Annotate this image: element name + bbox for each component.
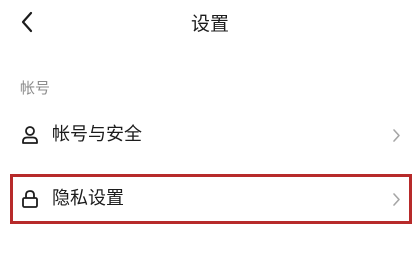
section-header-account: 帐号 [20, 79, 51, 97]
person-icon [20, 125, 40, 145]
account-security-item[interactable]: 帐号与安全 [10, 112, 412, 158]
privacy-settings-label: 隐私设置 [52, 188, 124, 209]
page-title: 设置 [190, 13, 229, 35]
top-bar: 设置 [0, 0, 420, 50]
account-security-label: 帐号与安全 [52, 124, 142, 145]
lock-icon [20, 189, 40, 209]
privacy-settings-item[interactable]: 隐私设置 [10, 174, 412, 224]
chevron-right-icon [390, 191, 402, 207]
chevron-right-icon [390, 127, 402, 143]
